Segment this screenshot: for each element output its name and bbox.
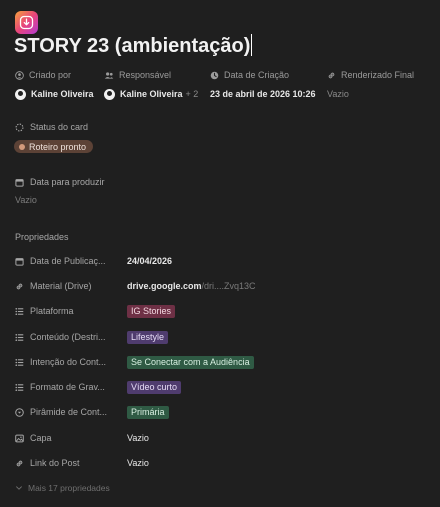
property-name: Plataforma: [15, 306, 127, 316]
property-label: Conteúdo (Destri...: [30, 332, 106, 342]
status-label-text: Status do card: [30, 122, 89, 132]
property-label: Capa: [30, 433, 52, 443]
platform-tag[interactable]: IG Stories: [127, 304, 176, 318]
list-icon: [15, 383, 24, 391]
responsible-value[interactable]: Kaline Oliveira + 2: [104, 88, 198, 100]
property-name: Conteúdo (Destri...: [15, 332, 127, 342]
property-name: Capa: [15, 433, 127, 443]
status-badge[interactable]: Roteiro pronto: [14, 140, 94, 153]
more-properties-toggle[interactable]: Mais 17 propriedades: [15, 483, 110, 493]
list-icon: [15, 307, 24, 315]
property-label: Material (Drive): [30, 281, 92, 291]
list-icon: [15, 358, 24, 366]
status-value: Roteiro pronto: [29, 141, 87, 152]
image-icon: [15, 434, 24, 442]
property-name: Link do Post: [15, 458, 127, 468]
property-row-publication-date[interactable]: Data de Publicaç... 24/04/2026: [15, 253, 425, 269]
avatar: [104, 88, 115, 100]
status-label: Status do card: [15, 122, 88, 132]
calendar-icon: [15, 178, 24, 187]
link-host: drive.google.com: [127, 281, 202, 291]
pyramid-tag[interactable]: Primária: [127, 405, 169, 419]
property-label: Link do Post: [30, 458, 80, 468]
meta-created-by: Criado por Kaline Oliveira: [15, 69, 94, 100]
person-circle-icon: [15, 70, 24, 80]
list-icon: [15, 333, 24, 341]
responsible-label: Responsável: [119, 70, 172, 80]
created-by-value[interactable]: Kaline Oliveira: [15, 88, 94, 100]
status-dot: [19, 143, 25, 150]
link-icon: [16, 460, 23, 466]
post-link-value[interactable]: Vazio: [127, 458, 149, 468]
rendered-final-text: Vazio: [327, 89, 349, 99]
produce-date-label-text: Data para produzir: [30, 177, 105, 187]
page-icon[interactable]: [15, 11, 38, 34]
rendered-final-value[interactable]: Vazio: [327, 88, 414, 100]
instagram-download-icon: [19, 15, 34, 30]
property-name: Formato de Grav...: [15, 382, 127, 392]
produce-date-value[interactable]: Vazio: [15, 195, 37, 205]
created-at-text: 23 de abril de 2026 10:26: [210, 89, 316, 99]
link-path: /dri....Zvq13C: [201, 281, 256, 291]
material-drive-link[interactable]: drive.google.com/dri....Zvq13C: [127, 281, 256, 291]
properties-heading: Propriedades: [15, 232, 69, 242]
property-label: Pirâmide de Cont...: [30, 407, 108, 417]
created-at-value: 23 de abril de 2026 10:26: [210, 88, 316, 100]
property-label: Formato de Grav...: [30, 382, 105, 392]
property-label: Plataforma: [30, 306, 74, 316]
property-label: Intenção do Cont...: [30, 357, 107, 367]
created-at-label: Data de Criação: [224, 70, 290, 80]
avatar: [15, 88, 26, 100]
clock-icon: [210, 71, 219, 79]
property-row-content-pyramid[interactable]: Pirâmide de Cont... Primária: [15, 404, 425, 420]
link-icon: [16, 283, 23, 289]
created-by-name: Kaline Oliveira: [31, 89, 94, 99]
calendar-icon: [15, 257, 24, 266]
intention-tag[interactable]: Se Conectar com a Audiência: [127, 355, 254, 369]
page-title[interactable]: STORY 23 (ambientação): [14, 34, 253, 58]
link-icon: [328, 72, 335, 78]
format-tag[interactable]: Vídeo curto: [127, 380, 182, 394]
rendered-final-label: Renderizado Final: [341, 70, 415, 80]
property-name: Intenção do Cont...: [15, 357, 127, 367]
property-name: Pirâmide de Cont...: [15, 407, 127, 417]
responsible-name: Kaline Oliveira: [120, 89, 183, 99]
property-row-content-type[interactable]: Conteúdo (Destri... Lifestyle: [15, 329, 425, 345]
produce-date-label: Data para produzir: [15, 177, 105, 187]
publication-date-value[interactable]: 24/04/2026: [127, 256, 172, 266]
property-name: Data de Publicaç...: [15, 256, 127, 266]
people-icon: [104, 71, 114, 79]
meta-created-at: Data de Criação 23 de abril de 2026 10:2…: [210, 69, 316, 100]
responsible-extra-count: + 2: [185, 89, 199, 99]
created-by-label: Criado por: [29, 70, 72, 80]
property-name: Material (Drive): [15, 281, 127, 291]
content-tag[interactable]: Lifestyle: [127, 330, 169, 344]
property-label: Data de Publicaç...: [30, 256, 106, 266]
property-row-cover[interactable]: Capa Vazio: [15, 430, 425, 446]
property-row-intention[interactable]: Intenção do Cont... Se Conectar com a Au…: [15, 354, 425, 370]
cover-value[interactable]: Vazio: [127, 433, 149, 443]
more-properties-label: Mais 17 propriedades: [28, 483, 110, 493]
property-row-recording-format[interactable]: Formato de Grav... Vídeo curto: [15, 379, 425, 395]
meta-rendered-final: Renderizado Final Vazio: [327, 69, 414, 100]
meta-responsible: Responsável Kaline Oliveira + 2: [104, 69, 198, 100]
status-spinner-icon: [15, 123, 24, 131]
text-caret: [251, 34, 253, 56]
chevron-down-icon: [16, 486, 22, 490]
page-title-text[interactable]: STORY 23 (ambientação): [14, 35, 250, 57]
property-row-material-drive[interactable]: Material (Drive) drive.google.com/dri...…: [15, 278, 425, 294]
property-row-platform[interactable]: Plataforma IG Stories: [15, 303, 425, 319]
select-icon: [15, 407, 24, 417]
property-row-post-link[interactable]: Link do Post Vazio: [15, 455, 425, 471]
